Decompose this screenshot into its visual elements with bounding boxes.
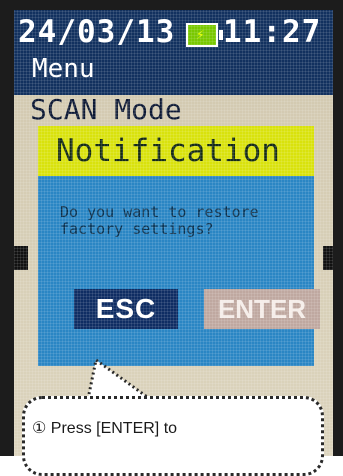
lightning-icon: ⚡	[196, 27, 205, 43]
callout-text: ① Press [ENTER] to	[32, 420, 178, 437]
dialog-title: Notification	[38, 126, 314, 176]
dialog-message: Do you want to restore factory settings?	[60, 203, 259, 238]
menu-title: Menu	[32, 54, 95, 84]
notification-dialog: Notification Do you want to restore fact…	[38, 126, 320, 366]
scan-mode-label: SCAN Mode	[30, 93, 182, 126]
esc-button[interactable]: ESC	[74, 289, 178, 329]
device-frame: 24/03/13 ⚡ 11:27 Menu SCAN Mode Notifica…	[0, 0, 343, 456]
screen-edge-left	[14, 246, 28, 270]
device-screen: 24/03/13 ⚡ 11:27 Menu SCAN Mode Notifica…	[14, 10, 333, 456]
status-date: 24/03/13	[18, 14, 176, 50]
battery-charging-icon: ⚡	[186, 23, 223, 47]
screen-edge-right	[323, 246, 333, 270]
status-bar: 24/03/13 ⚡ 11:27	[14, 10, 333, 54]
status-time: 11:27	[223, 14, 322, 50]
enter-button[interactable]: ENTER	[204, 289, 320, 329]
